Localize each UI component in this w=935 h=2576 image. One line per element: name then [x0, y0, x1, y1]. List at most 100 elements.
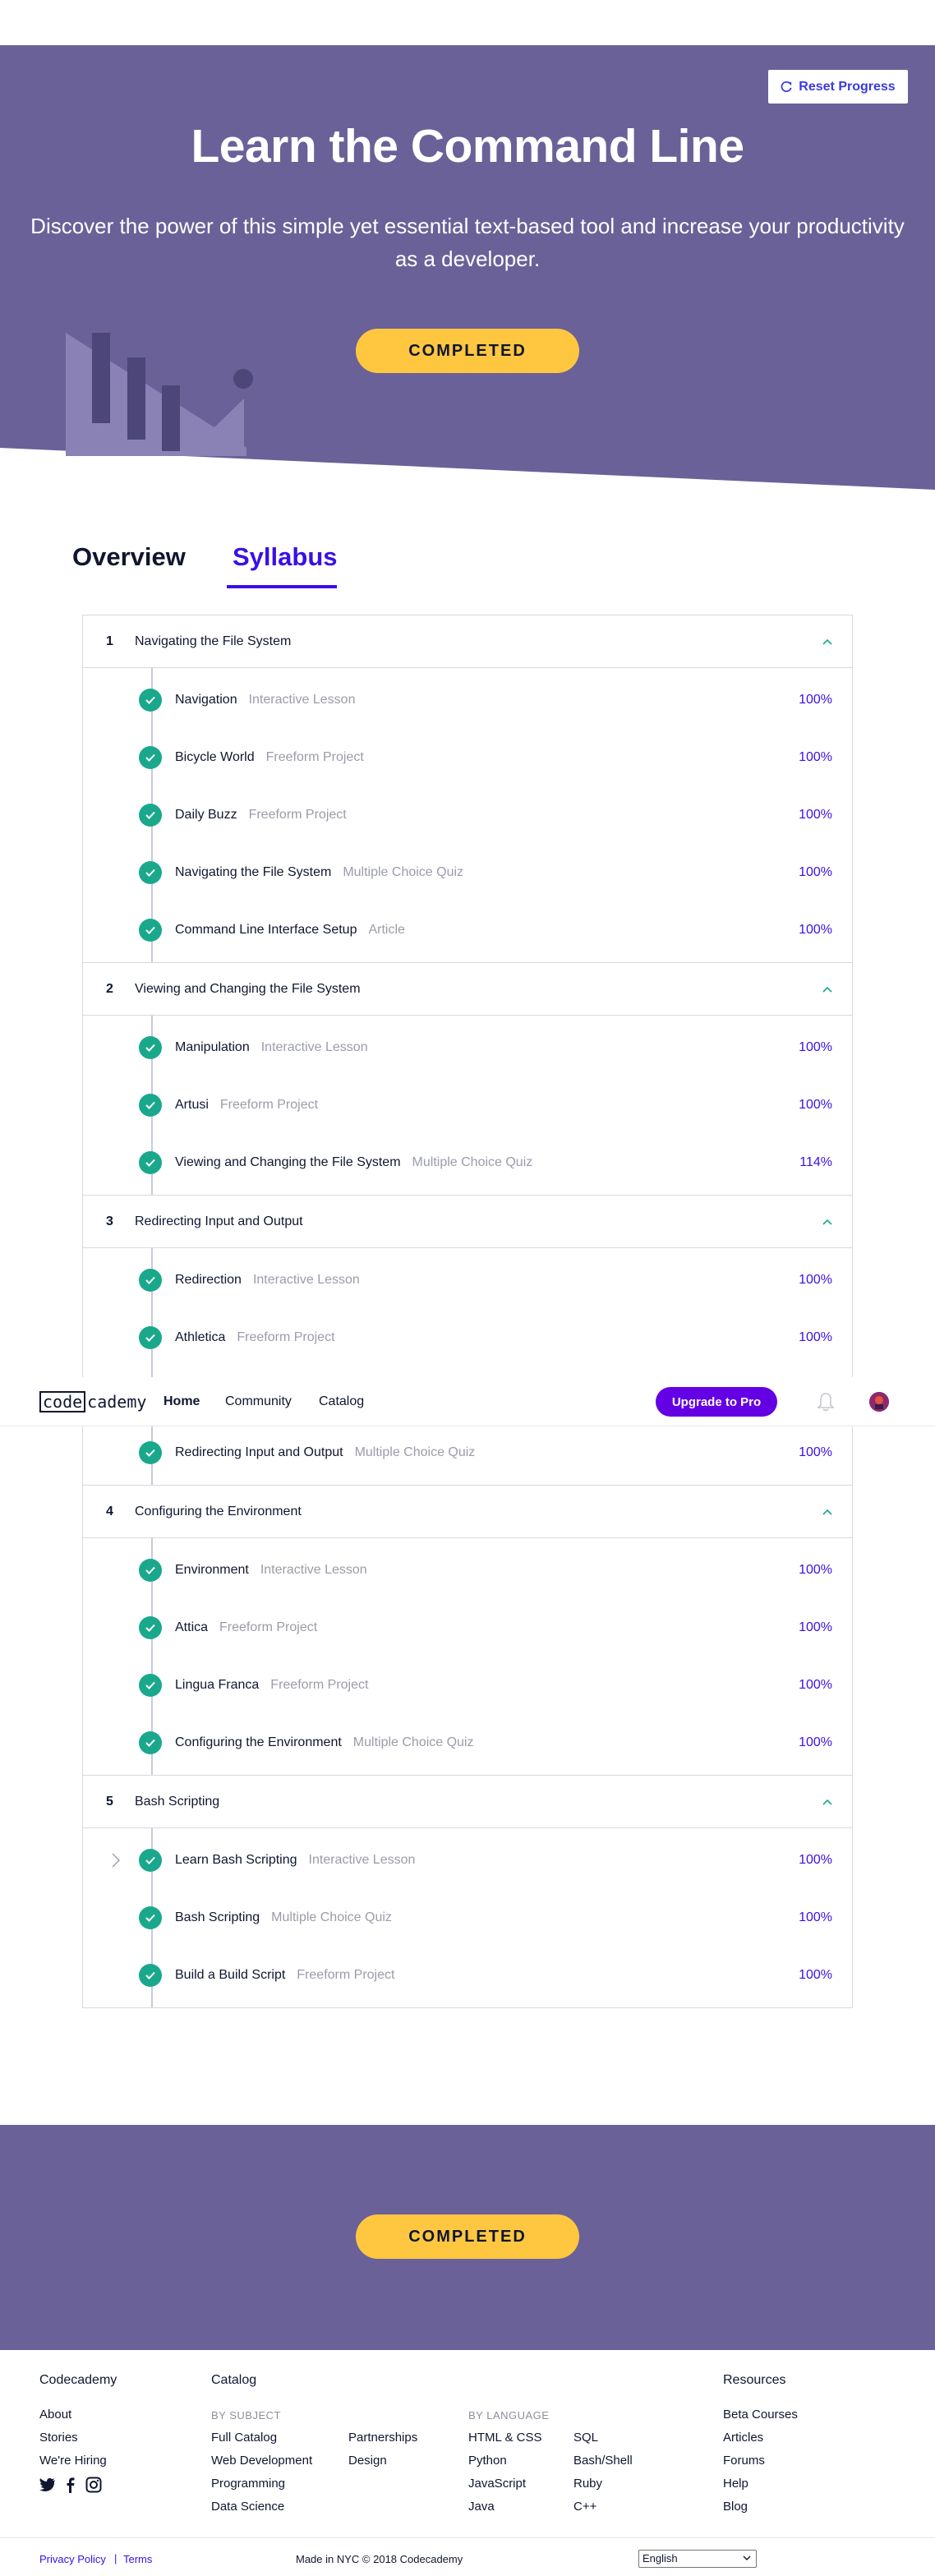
made-in-nyc-text: Made in NYC © 2018 Codecademy: [296, 2553, 463, 2565]
footer-link-java[interactable]: Java: [468, 2500, 495, 2514]
footer-link-design[interactable]: Design: [348, 2454, 387, 2468]
language-select[interactable]: English: [638, 2550, 757, 2568]
chevron-up-icon[interactable]: [821, 1795, 834, 1809]
module-lessons: Learn Bash Scripting Interactive Lesson 10…: [83, 1828, 852, 2007]
footer-link-hiring[interactable]: We're Hiring: [39, 2454, 107, 2468]
module-header[interactable]: 3 Redirecting Input and Output: [83, 1196, 852, 1248]
footer-link-ruby[interactable]: Ruby: [573, 2477, 602, 2491]
twitter-icon[interactable]: [39, 2477, 56, 2493]
check-icon: [139, 1731, 162, 1754]
lesson-row[interactable]: Bicycle World Freeform Project 100%: [83, 729, 852, 786]
footer-link-stories[interactable]: Stories: [39, 2431, 78, 2445]
check-icon: [139, 1151, 162, 1174]
nav-community[interactable]: Community: [225, 1394, 292, 1409]
lesson-row[interactable]: Environment Interactive Lesson 100%: [83, 1541, 852, 1599]
lesson-progress: 100%: [799, 865, 832, 879]
upgrade-to-pro-button[interactable]: Upgrade to Pro: [656, 1387, 777, 1417]
facebook-icon[interactable]: [62, 2477, 79, 2493]
lesson-row[interactable]: Build a Build Script Freeform Project 100%: [83, 1947, 852, 2004]
module-header[interactable]: 5 Bash Scripting: [83, 1776, 852, 1828]
lesson-name: Manipulation: [175, 1040, 250, 1054]
module-header[interactable]: 1 Navigating the File System: [83, 615, 852, 668]
check-icon: [139, 1094, 162, 1117]
module-number: 5: [106, 1794, 113, 1809]
footer-link-html-css[interactable]: HTML & CSS: [468, 2431, 541, 2445]
lesson-type: Multiple Choice Quiz: [343, 865, 464, 879]
footer-link-partnerships[interactable]: Partnerships: [348, 2431, 417, 2445]
lesson-row[interactable]: Redirection Interactive Lesson 100%: [83, 1251, 852, 1309]
lesson-row[interactable]: Configuring the Environment Multiple Choi…: [83, 1714, 852, 1772]
tab-syllabus[interactable]: Syllabus: [233, 542, 338, 572]
module-title: Viewing and Changing the File System: [135, 981, 361, 996]
instagram-icon[interactable]: [85, 2477, 102, 2493]
check-icon: [139, 1964, 162, 1987]
check-icon: [139, 1326, 162, 1349]
footer-link-blog[interactable]: Blog: [723, 2500, 748, 2514]
footer-by-subject: BY SUBJECT: [211, 2409, 281, 2422]
privacy-policy-link[interactable]: Privacy Policy: [39, 2553, 106, 2565]
footer-link-web-dev[interactable]: Web Development: [211, 2454, 312, 2468]
tab-overview[interactable]: Overview: [72, 542, 186, 572]
module-number: 3: [106, 1214, 113, 1228]
lesson-row[interactable]: Navigating the File System Multiple Choic…: [83, 844, 852, 901]
module-header[interactable]: 2 Viewing and Changing the File System: [83, 963, 852, 1016]
user-avatar[interactable]: [869, 1392, 889, 1412]
chevron-up-icon[interactable]: [821, 983, 834, 996]
footer-by-language: BY LANGUAGE: [468, 2409, 550, 2422]
footer-link-javascript[interactable]: JavaScript: [468, 2477, 526, 2491]
footer-link-cpp[interactable]: C++: [573, 2500, 596, 2514]
lesson-row[interactable]: Lingua Franca Freeform Project 100%: [83, 1657, 852, 1714]
chevron-up-icon[interactable]: [821, 635, 834, 648]
chevron-up-icon[interactable]: [821, 1215, 834, 1228]
syllabus-module: 4 Configuring the Environment Environment I…: [83, 1486, 852, 1776]
footer: Codecademy About Stories We're Hiring Ca…: [0, 2350, 935, 2576]
lesson-row[interactable]: Command Line Interface Setup Article 100%: [83, 901, 852, 959]
lesson-progress: 100%: [799, 750, 832, 764]
lesson-row[interactable]: Daily Buzz Freeform Project 100%: [83, 786, 852, 844]
codecademy-logo[interactable]: code cademy: [39, 1391, 146, 1412]
nav-catalog[interactable]: Catalog: [319, 1394, 364, 1409]
lesson-row[interactable]: Redirecting Input and Output Multiple Cho…: [83, 1424, 852, 1482]
nav-home[interactable]: Home: [164, 1394, 200, 1409]
lesson-type: Freeform Project: [237, 1330, 335, 1344]
lesson-row[interactable]: Artusi Freeform Project 100%: [83, 1076, 852, 1134]
chevron-up-icon[interactable]: [821, 1505, 834, 1518]
lesson-row[interactable]: Viewing and Changing the File System Mult…: [83, 1134, 852, 1191]
footer-link-articles[interactable]: Articles: [723, 2431, 763, 2445]
footer-link-programming[interactable]: Programming: [211, 2477, 285, 2491]
lesson-progress: 100%: [799, 1040, 832, 1054]
terms-link[interactable]: Terms: [123, 2553, 152, 2565]
footer-link-about[interactable]: About: [39, 2408, 71, 2422]
footer-link-sql[interactable]: SQL: [573, 2431, 598, 2445]
lesson-row[interactable]: Navigation Interactive Lesson 100%: [83, 671, 852, 729]
reset-progress-button[interactable]: Reset Progress: [768, 70, 908, 104]
completed-button-bottom[interactable]: COMPLETED: [356, 2214, 579, 2259]
footer-link-beta-courses[interactable]: Beta Courses: [723, 2408, 798, 2422]
lesson-name: Command Line Interface Setup: [175, 923, 357, 937]
bell-icon[interactable]: [817, 1392, 835, 1412]
chevron-right-icon: [112, 1853, 120, 1868]
footer-link-help[interactable]: Help: [723, 2477, 748, 2491]
lesson-row[interactable]: Attica Freeform Project 100%: [83, 1599, 852, 1657]
lesson-progress: 100%: [799, 1330, 832, 1344]
lesson-type: Multiple Choice Quiz: [271, 1910, 392, 1924]
footer-link-full-catalog[interactable]: Full Catalog: [211, 2431, 277, 2445]
footer-link-data-science[interactable]: Data Science: [211, 2500, 284, 2514]
lesson-name: Daily Buzz: [175, 808, 237, 822]
lesson-row[interactable]: Bash Scripting Multiple Choice Quiz 100%: [83, 1889, 852, 1947]
completed-button[interactable]: COMPLETED: [356, 329, 579, 373]
module-header[interactable]: 4 Configuring the Environment: [83, 1486, 852, 1538]
lesson-row[interactable]: Learn Bash Scripting Interactive Lesson 10…: [83, 1832, 852, 1889]
logo-code-part: code: [39, 1391, 86, 1412]
lesson-type: Freeform Project: [219, 1620, 318, 1634]
lesson-name: Athletica: [175, 1330, 226, 1344]
module-title: Bash Scripting: [135, 1794, 220, 1809]
footer-link-bash[interactable]: Bash/Shell: [573, 2454, 633, 2468]
avatar-icon: [869, 1392, 889, 1412]
lesson-row[interactable]: Manipulation Interactive Lesson 100%: [83, 1019, 852, 1076]
footer-link-forums[interactable]: Forums: [723, 2454, 765, 2468]
check-icon: [139, 1906, 162, 1929]
lesson-row[interactable]: Athletica Freeform Project 100%: [83, 1309, 852, 1366]
footer-link-python[interactable]: Python: [468, 2454, 507, 2468]
top-navigation: code cademy Home Community Catalog Upgra…: [0, 1377, 935, 1426]
